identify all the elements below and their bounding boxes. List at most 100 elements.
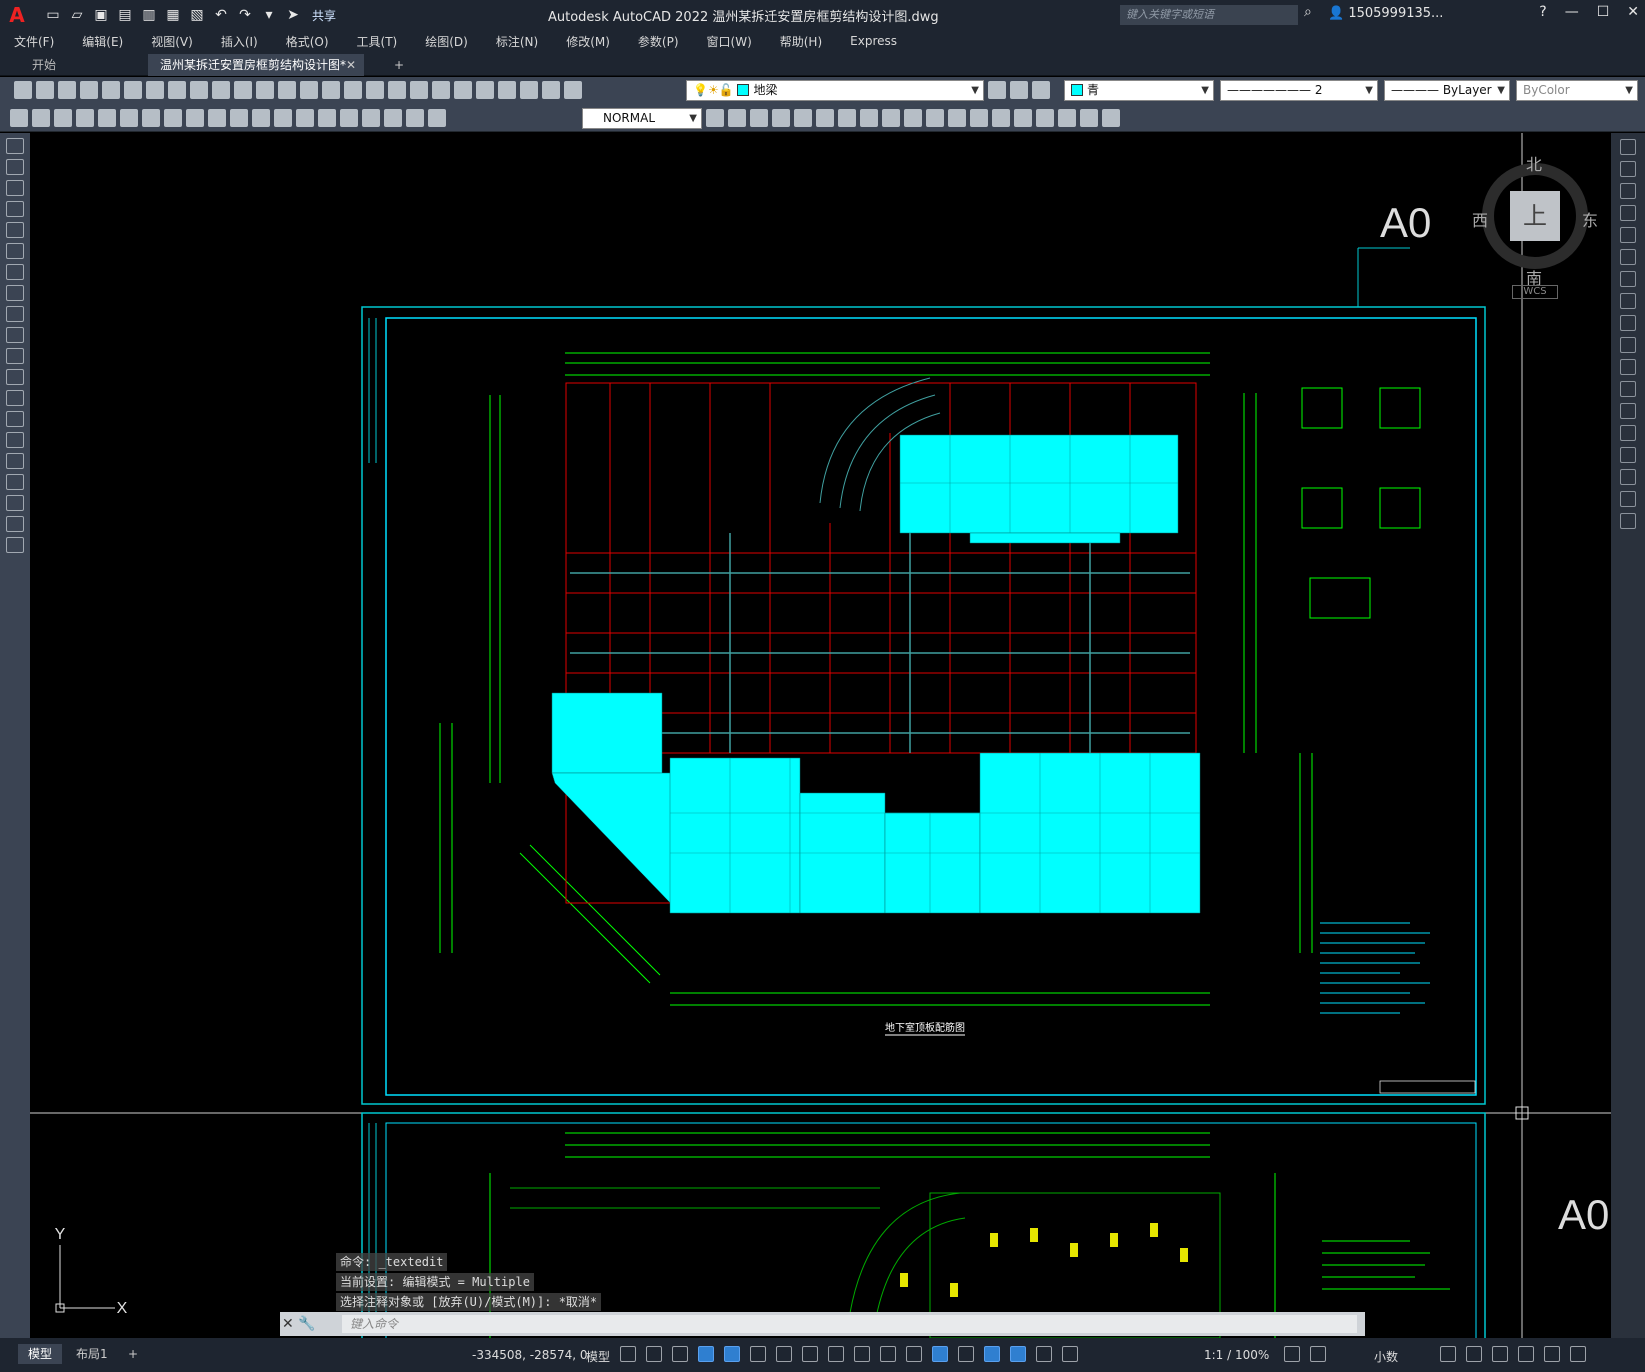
hatch-icon[interactable] [6, 432, 24, 448]
model-space-toggle[interactable]: 模型 [586, 1348, 610, 1365]
undo-icon[interactable]: ↶ [210, 4, 232, 26]
linetype-dropdown[interactable]: ——————— 2 ▼ [1220, 80, 1378, 101]
wcs-menu[interactable]: WCS [1512, 285, 1558, 299]
dim-edit-icon[interactable] [384, 109, 402, 127]
dim-space-icon[interactable] [252, 109, 270, 127]
dim-arc-icon[interactable] [54, 109, 72, 127]
point-icon[interactable] [6, 411, 24, 427]
ellipse-icon[interactable] [6, 327, 24, 343]
customize-dropdown-icon[interactable]: ▾ [258, 4, 280, 26]
selection-filter-icon[interactable] [984, 1346, 1000, 1362]
save-as-icon[interactable]: ▤ [114, 4, 136, 26]
properties-icon[interactable] [410, 81, 428, 99]
plot-icon[interactable]: ▧ [186, 4, 208, 26]
layer-previous-icon[interactable] [1010, 81, 1028, 99]
menu-draw[interactable]: 绘图(D) [411, 33, 482, 50]
open-file-icon[interactable]: ▱ [66, 4, 88, 26]
publish-icon[interactable] [124, 81, 142, 99]
quickcalc-icon[interactable] [520, 81, 538, 99]
new-file-icon[interactable]: ▭ [42, 4, 64, 26]
menu-modify[interactable]: 修改(M) [552, 33, 624, 50]
insert-block-icon[interactable] [6, 369, 24, 385]
layer-match-icon[interactable] [1032, 81, 1050, 99]
menu-view[interactable]: 视图(V) [137, 33, 207, 50]
copy-side-icon[interactable] [1620, 161, 1636, 177]
dynamic-ucs-icon[interactable] [958, 1346, 974, 1362]
menu-edit[interactable]: 编辑(E) [68, 33, 137, 50]
open-icon[interactable] [36, 81, 54, 99]
cut-icon[interactable] [168, 81, 186, 99]
inspect-icon[interactable] [340, 109, 358, 127]
dim-linear-icon[interactable] [10, 109, 28, 127]
add-layout-icon[interactable]: + [118, 1344, 148, 1364]
block-editor-icon[interactable] [256, 81, 274, 99]
menu-insert[interactable]: 插入(I) [207, 33, 272, 50]
dim-aligned-icon[interactable] [32, 109, 50, 127]
copy-icon[interactable] [190, 81, 208, 99]
annotation-scale[interactable]: 1:1 / 100% [1204, 1348, 1269, 1362]
center-mark-icon[interactable] [318, 109, 336, 127]
selection-cycling-icon[interactable] [906, 1346, 922, 1362]
viewcube-top-face[interactable]: 上 [1510, 191, 1560, 241]
zoom-realtime-icon[interactable] [344, 81, 362, 99]
save-web-icon[interactable]: ▦ [162, 4, 184, 26]
mtext-icon[interactable] [6, 516, 24, 532]
extend-icon[interactable] [948, 109, 966, 127]
arc-icon[interactable] [6, 243, 24, 259]
open-web-icon[interactable]: ▥ [138, 4, 160, 26]
draworder-icon[interactable] [1080, 109, 1098, 127]
minimize-icon[interactable]: — [1565, 4, 1579, 20]
infer-constraints-icon[interactable] [672, 1346, 688, 1362]
zoom-window-icon[interactable] [366, 81, 384, 99]
dim-update-icon[interactable] [428, 109, 446, 127]
join-icon[interactable] [992, 109, 1010, 127]
explode-icon[interactable] [1058, 109, 1076, 127]
chamfer-side-icon[interactable] [1620, 447, 1636, 463]
save-tool-icon[interactable] [58, 81, 76, 99]
clean-screen-icon[interactable] [1544, 1346, 1560, 1362]
help-icon[interactable]: ? [1539, 4, 1546, 20]
tool-palettes-icon[interactable] [454, 81, 472, 99]
autocad-logo-icon[interactable]: A [4, 2, 30, 28]
match-prop-icon[interactable] [234, 81, 252, 99]
circle-icon[interactable] [6, 264, 24, 280]
annotation-monitor-icon[interactable] [1310, 1346, 1326, 1362]
qdim-icon[interactable] [186, 109, 204, 127]
ortho-icon[interactable] [724, 1346, 740, 1362]
sheet-set-icon[interactable] [476, 81, 494, 99]
break-point-side-icon[interactable] [1620, 381, 1636, 397]
tab-layout1[interactable]: 布局1 [66, 1344, 118, 1364]
object-snap-icon[interactable] [828, 1346, 844, 1362]
viewcube-north[interactable]: 北 [1526, 151, 1542, 175]
blend-side-icon[interactable] [1620, 491, 1636, 507]
construction-line-icon[interactable] [6, 159, 24, 175]
dynamic-input-icon[interactable] [698, 1346, 714, 1362]
erase-icon[interactable] [728, 109, 746, 127]
qnew-icon[interactable] [14, 81, 32, 99]
preview-icon[interactable] [102, 81, 120, 99]
dim-ordinate-icon[interactable] [76, 109, 94, 127]
share-button[interactable]: 共享 [312, 7, 336, 24]
viewcube[interactable]: 上 北 南 西 东 WCS [1470, 151, 1600, 301]
menu-tools[interactable]: 工具(T) [343, 33, 412, 50]
offset-icon[interactable] [794, 109, 812, 127]
grid-icon[interactable] [620, 1346, 636, 1362]
scale-side-icon[interactable] [1620, 293, 1636, 309]
close-tab-icon[interactable]: ✕ [346, 54, 356, 76]
lock-ui-icon[interactable] [1466, 1346, 1482, 1362]
break-side-icon[interactable] [1620, 403, 1636, 419]
dim-continue-icon[interactable] [230, 109, 248, 127]
jogged-linear-icon[interactable] [362, 109, 380, 127]
3d-print-icon[interactable] [146, 81, 164, 99]
mirror-icon[interactable] [772, 109, 790, 127]
isodraft-icon[interactable] [776, 1346, 792, 1362]
dim-jogged-icon[interactable] [120, 109, 138, 127]
menu-dimension[interactable]: 标注(N) [482, 33, 552, 50]
save-icon[interactable]: ▣ [90, 4, 112, 26]
erase-side-icon[interactable] [1620, 139, 1636, 155]
lineweight-icon[interactable] [854, 1346, 870, 1362]
tab-start[interactable]: 开始 [20, 54, 140, 76]
transparency-icon[interactable] [880, 1346, 896, 1362]
customize-wrench-icon[interactable]: 🔧 [298, 1316, 315, 1332]
tab-model[interactable]: 模型 [18, 1344, 63, 1364]
